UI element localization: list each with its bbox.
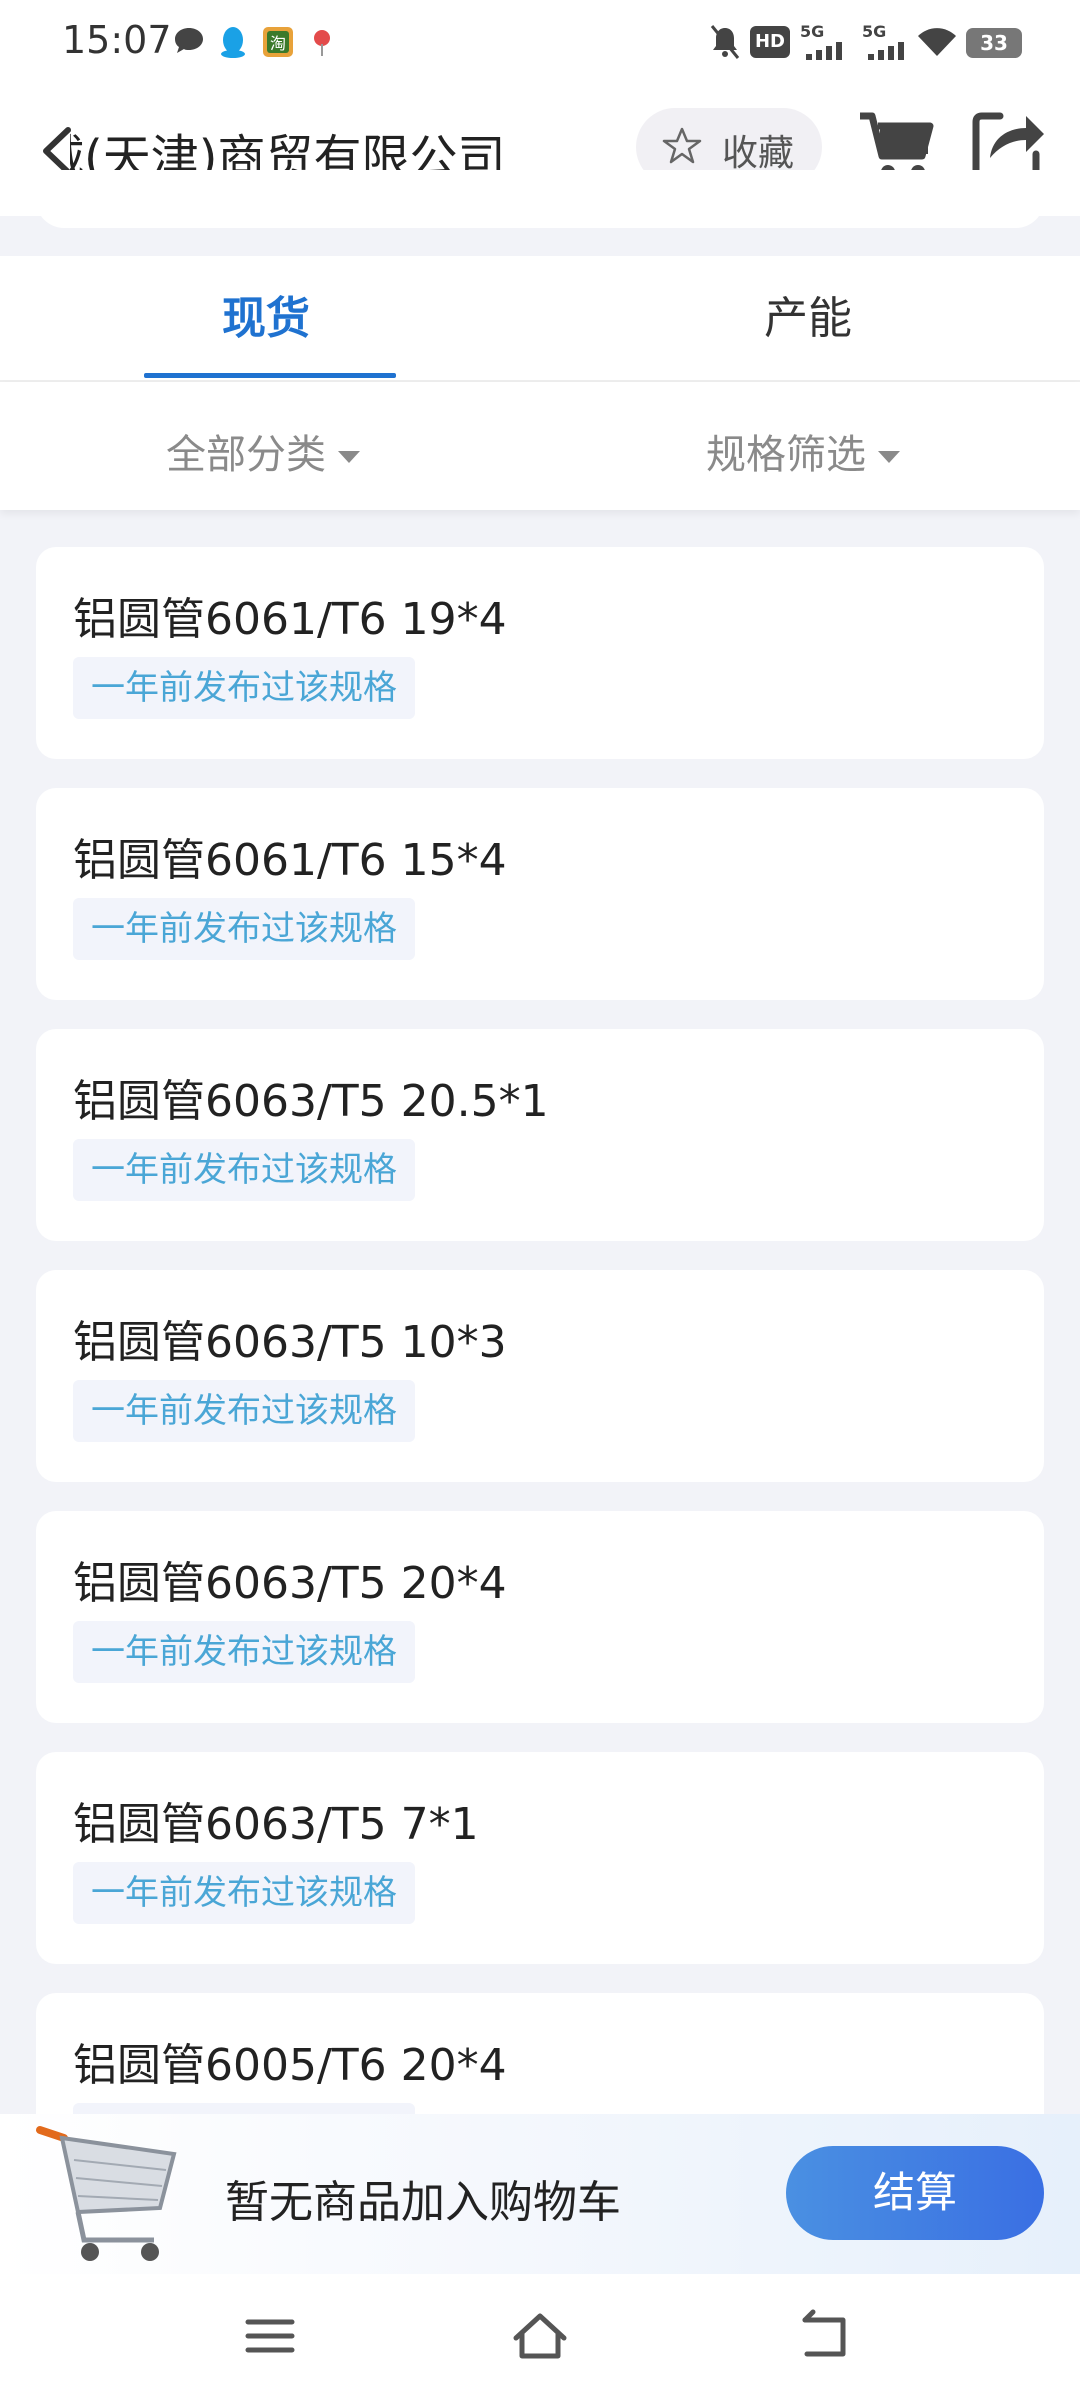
product-tag: 一年前发布过该规格 bbox=[73, 1139, 415, 1201]
signal-5g-icon: 5G bbox=[862, 22, 914, 62]
mute-icon bbox=[710, 25, 740, 59]
product-name: 铝圆管6063/T5 20*4 bbox=[73, 1558, 507, 1609]
product-tag: 一年前发布过该规格 bbox=[73, 898, 415, 960]
home-icon[interactable] bbox=[510, 2308, 570, 2364]
qq-icon bbox=[221, 27, 245, 58]
menu-icon[interactable] bbox=[240, 2308, 300, 2364]
spec-filter[interactable]: 规格筛选 bbox=[706, 422, 900, 480]
category-filter-label: 全部分类 bbox=[166, 432, 326, 478]
category-filter[interactable]: 全部分类 bbox=[166, 422, 360, 480]
product-name: 铝圆管6063/T5 20.5*1 bbox=[73, 1076, 549, 1127]
active-tab-indicator bbox=[144, 373, 396, 378]
shopping-trolley-icon bbox=[36, 2126, 177, 2261]
checkout-button[interactable]: 结算 bbox=[786, 2146, 1044, 2240]
search-bar-remnant bbox=[36, 170, 1044, 228]
spec-filter-label: 规格筛选 bbox=[706, 432, 866, 478]
product-card[interactable]: 铝圆管6063/T5 10*3 一年前发布过该规格 bbox=[36, 1270, 1044, 1482]
wifi-icon bbox=[918, 28, 956, 56]
status-bar: 15:07 淘 HD 5G 5G 33 bbox=[0, 0, 1080, 86]
product-card[interactable]: 铝圆管6063/T5 20*4 一年前发布过该规格 bbox=[36, 1511, 1044, 1723]
product-name: 铝圆管6063/T5 7*1 bbox=[73, 1799, 479, 1850]
product-name: 铝圆管6005/T6 20*4 bbox=[73, 2040, 507, 2091]
product-card[interactable]: 铝圆管6063/T5 7*1 一年前发布过该规格 bbox=[36, 1752, 1044, 1964]
signal-5g-icon: 5G bbox=[800, 22, 852, 62]
tab-in-stock[interactable]: 现货 bbox=[222, 282, 310, 346]
hd-icon: HD bbox=[750, 26, 790, 58]
product-name: 铝圆管6061/T6 15*4 bbox=[73, 835, 507, 886]
svg-text:淘: 淘 bbox=[270, 34, 286, 53]
product-name: 铝圆管6061/T6 19*4 bbox=[73, 594, 507, 645]
product-tag: 一年前发布过该规格 bbox=[73, 1621, 415, 1683]
product-tag: 一年前发布过该规格 bbox=[73, 657, 415, 719]
product-name: 铝圆管6063/T5 10*3 bbox=[73, 1317, 507, 1368]
star-icon bbox=[662, 127, 702, 164]
taobao-icon: 淘 bbox=[263, 27, 293, 57]
cart-bar: 暂无商品加入购物车 结算 bbox=[0, 2114, 1080, 2274]
product-tag: 一年前发布过该规格 bbox=[73, 1862, 415, 1924]
caret-down-icon bbox=[338, 451, 360, 463]
filter-bar: 全部分类 规格筛选 bbox=[0, 382, 1080, 510]
product-card[interactable]: 铝圆管6063/T5 20.5*1 一年前发布过该规格 bbox=[36, 1029, 1044, 1241]
system-nav-bar bbox=[0, 2274, 1080, 2400]
status-time: 15:07 bbox=[62, 18, 172, 62]
product-card[interactable]: 铝圆管6061/T6 19*4 一年前发布过该规格 bbox=[36, 547, 1044, 759]
chat-bubble-icon bbox=[175, 28, 203, 53]
tab-bar: 现货 产能 bbox=[0, 256, 1080, 380]
map-pin-icon bbox=[314, 30, 330, 56]
product-tag: 一年前发布过该规格 bbox=[73, 1380, 415, 1442]
favorite-label: 收藏 bbox=[722, 133, 795, 174]
back-icon[interactable] bbox=[795, 2308, 855, 2364]
caret-down-icon bbox=[878, 451, 900, 463]
product-card[interactable]: 铝圆管6061/T6 15*4 一年前发布过该规格 bbox=[36, 788, 1044, 1000]
tab-capacity[interactable]: 产能 bbox=[764, 282, 852, 346]
battery-icon: 33 bbox=[966, 28, 1022, 58]
cart-empty-text: 暂无商品加入购物车 bbox=[225, 2177, 621, 2228]
